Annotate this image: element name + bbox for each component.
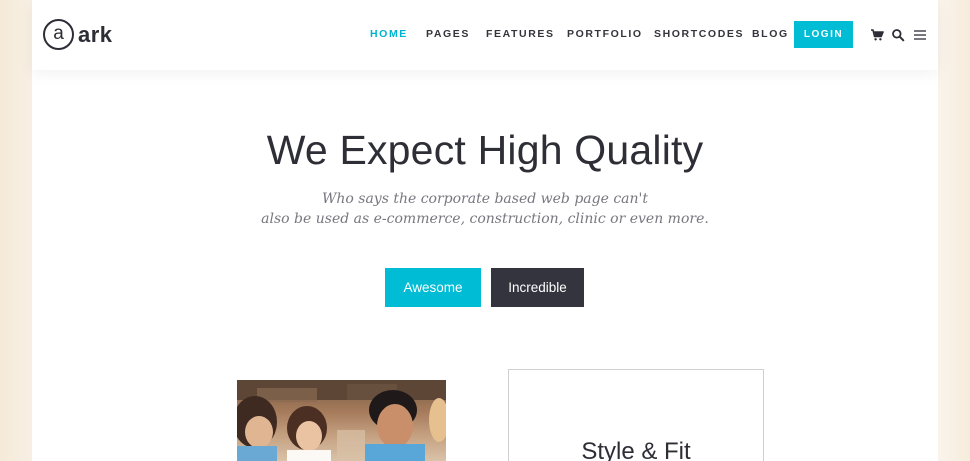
- menu-icon[interactable]: [913, 28, 927, 42]
- nav-item-blog[interactable]: BLOG: [752, 28, 789, 40]
- hero-subtitle-line-1: Who says the corporate based web page ca…: [321, 191, 649, 207]
- logo[interactable]: a ark: [43, 19, 113, 50]
- navbar: a ark HOME PAGES FEATURES PORTFOLIO SHOR…: [32, 0, 938, 70]
- nav-item-shortcodes[interactable]: SHORTCODES: [654, 28, 744, 40]
- hero-subtitle: Who says the corporate based web page ca…: [32, 189, 938, 229]
- nav-item-portfolio[interactable]: PORTFOLIO: [567, 28, 643, 40]
- feature-card: Style & Fit: [508, 369, 764, 461]
- nav-item-home[interactable]: HOME: [370, 28, 408, 40]
- awesome-button[interactable]: Awesome: [385, 268, 481, 307]
- feature-title: Style & Fit: [581, 438, 691, 461]
- incredible-button[interactable]: Incredible: [491, 268, 584, 307]
- logo-mark: a: [43, 19, 74, 50]
- hero-subtitle-line-2: also be used as e-commerce, construction…: [261, 211, 709, 227]
- cart-icon[interactable]: [870, 28, 884, 42]
- nav-item-features[interactable]: FEATURES: [486, 28, 555, 40]
- team-photo: [237, 380, 446, 461]
- login-button[interactable]: LOGIN: [794, 21, 853, 48]
- logo-text: ark: [78, 21, 113, 47]
- page: a ark HOME PAGES FEATURES PORTFOLIO SHOR…: [32, 0, 938, 461]
- hero-title: We Expect High Quality: [266, 127, 704, 173]
- nav-item-pages[interactable]: PAGES: [426, 28, 470, 40]
- search-icon[interactable]: [891, 28, 905, 42]
